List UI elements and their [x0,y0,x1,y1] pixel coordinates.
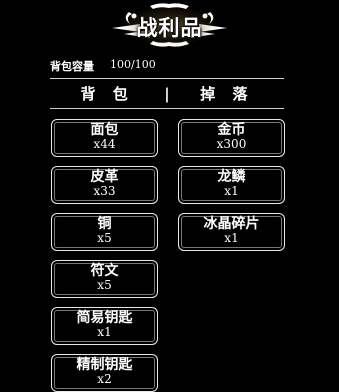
item-quantity: x300 [216,137,247,152]
item-name: 皮革 [90,169,119,185]
page-title: 战利品 [136,15,203,40]
title-banner: 战利品 [0,0,339,50]
item-quantity: x44 [93,137,116,152]
capacity-value: 100/100 [110,58,156,71]
item-card[interactable]: 简易钥匙 x1 [51,307,158,345]
divider-bottom [50,108,284,109]
item-quantity: x5 [97,278,112,293]
tab-bar: 背 包 | 掉 落 [50,79,284,108]
item-quantity: x5 [97,231,112,246]
item-name: 龙鳞 [217,169,246,185]
item-card[interactable]: 冰晶碎片 x1 [178,213,285,251]
item-name: 简易钥匙 [76,310,133,326]
item-name: 金币 [217,122,246,138]
item-card[interactable]: 金币 x300 [178,119,285,157]
item-quantity: x1 [224,184,239,199]
item-quantity: x1 [97,325,112,340]
item-name: 精制钥匙 [76,357,133,373]
tab-backpack[interactable]: 背 包 [50,83,164,104]
item-name: 面包 [90,122,119,138]
capacity-row: 背包容量 100/100 [50,58,156,74]
item-name: 铜 [97,216,112,232]
tab-drops[interactable]: 掉 落 [170,83,284,104]
item-card[interactable]: 精制钥匙 x2 [51,354,158,392]
item-card[interactable]: 面包 x44 [51,119,158,157]
item-quantity: x1 [224,231,239,246]
item-card[interactable]: 皮革 x33 [51,166,158,204]
item-card[interactable]: 龙鳞 x1 [178,166,285,204]
item-card[interactable]: 铜 x5 [51,213,158,251]
item-quantity: x33 [93,184,116,199]
item-quantity: x2 [97,372,112,387]
capacity-label: 背包容量 [50,60,94,73]
item-card[interactable]: 符文 x5 [51,260,158,298]
item-name: 符文 [90,263,119,279]
item-name: 冰晶碎片 [203,216,260,232]
